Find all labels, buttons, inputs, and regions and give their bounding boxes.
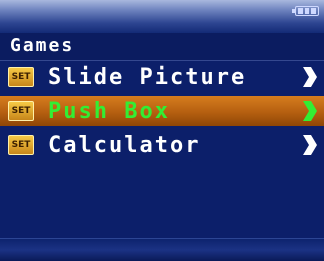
menu-item-slide-picture[interactable]: SET Slide Picture xyxy=(0,62,324,92)
menu-item-label: Slide Picture xyxy=(48,64,247,90)
set-icon: SET xyxy=(8,101,34,121)
header: Games xyxy=(0,33,324,61)
menu-item-calculator[interactable]: SET Calculator xyxy=(0,130,324,160)
status-bar xyxy=(0,0,324,33)
set-icon: SET xyxy=(8,135,34,155)
page-title: Games xyxy=(10,35,75,56)
chevron-right-icon xyxy=(303,135,317,155)
menu-item-push-box[interactable]: SET Push Box xyxy=(0,96,324,126)
bottom-bar xyxy=(0,238,324,261)
chevron-right-icon xyxy=(303,67,317,87)
set-icon: SET xyxy=(8,67,34,87)
menu-item-label: Calculator xyxy=(48,132,201,158)
menu-list: SET Slide Picture SET Push Box SET Calcu… xyxy=(0,62,324,164)
chevron-right-icon xyxy=(303,101,317,121)
battery-icon xyxy=(292,6,319,16)
menu-item-label: Push Box xyxy=(48,98,170,124)
